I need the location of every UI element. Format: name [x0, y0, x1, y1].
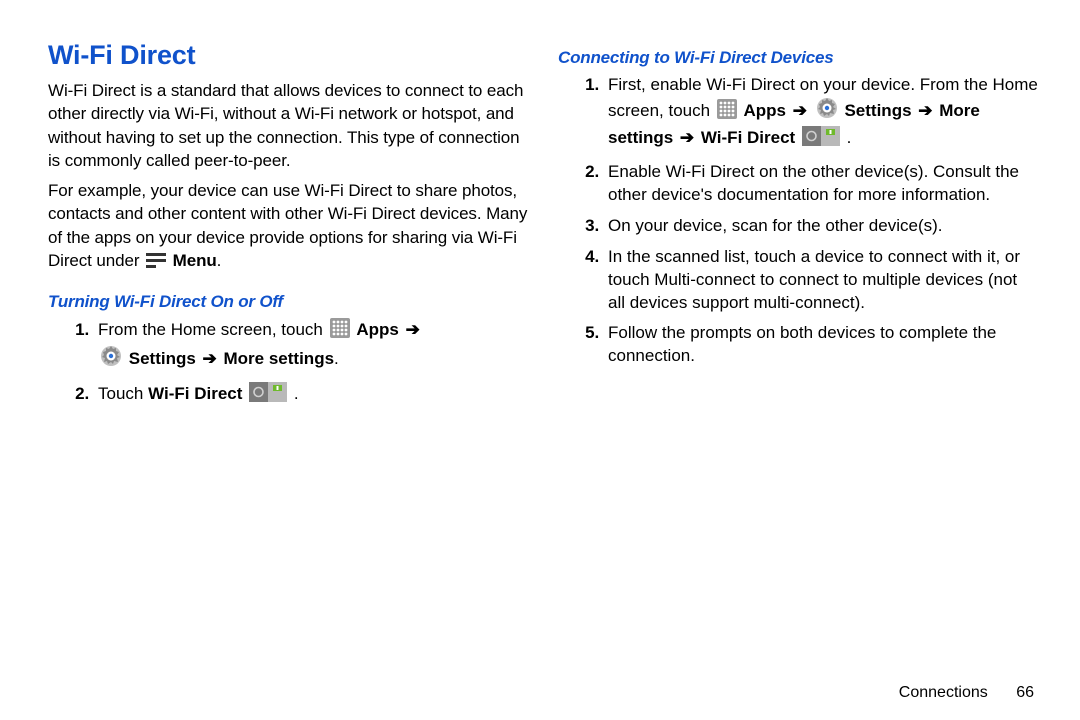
manual-page: Wi-Fi Direct Wi-Fi Direct is a standard …	[0, 0, 1080, 720]
arrow-icon: ➔	[406, 319, 420, 342]
turning-steps: From the Home screen, touch	[48, 318, 528, 409]
arrow-icon: ➔	[203, 348, 217, 371]
settings-icon	[100, 345, 122, 374]
subhead-connecting: Connecting to Wi-Fi Direct Devices	[558, 48, 1038, 68]
left-column: Wi-Fi Direct Wi-Fi Direct is a standard …	[48, 38, 528, 674]
intro-paragraph-1: Wi-Fi Direct is a standard that allows d…	[48, 79, 528, 173]
subhead-turning: Turning Wi-Fi Direct On or Off	[48, 292, 528, 312]
wifi-direct-label: Wi-Fi Direct	[148, 384, 242, 403]
step-b3: On your device, scan for the other devic…	[604, 215, 1038, 238]
step-b5: Follow the prompts on both devices to co…	[604, 322, 1038, 368]
settings-icon	[816, 97, 838, 126]
step-b4: In the scanned list, touch a device to c…	[604, 246, 1038, 315]
a1-text: From the Home screen, touch	[98, 320, 328, 339]
step-b1: First, enable Wi-Fi Direct on your devic…	[604, 74, 1038, 153]
apps-icon	[717, 99, 737, 126]
footer-section: Connections	[899, 684, 988, 701]
arrow-icon: ➔	[793, 100, 807, 123]
step-a2: Touch Wi-Fi Direct .	[94, 382, 528, 409]
arrow-icon: ➔	[680, 127, 694, 150]
menu-icon	[146, 252, 166, 275]
step-a1: From the Home screen, touch	[94, 318, 528, 374]
footer-page-number: 66	[1016, 684, 1034, 701]
settings-label: Settings	[844, 101, 911, 120]
apps-label: Apps	[744, 101, 787, 120]
apps-icon	[330, 318, 350, 345]
settings-label: Settings	[129, 349, 196, 368]
step-b2: Enable Wi-Fi Direct on the other device(…	[604, 161, 1038, 207]
wifi-direct-label: Wi-Fi Direct	[701, 128, 795, 147]
right-column: Connecting to Wi-Fi Direct Devices First…	[558, 38, 1038, 674]
connecting-steps: First, enable Wi-Fi Direct on your devic…	[558, 74, 1038, 368]
a2-text: Touch	[98, 384, 148, 403]
toggle-icon	[249, 382, 287, 409]
toggle-icon	[802, 126, 840, 153]
page-title: Wi-Fi Direct	[48, 40, 528, 71]
intro-paragraph-2: For example, your device can use Wi-Fi D…	[48, 179, 528, 276]
intro-2-text: For example, your device can use Wi-Fi D…	[48, 181, 527, 270]
arrow-icon: ➔	[918, 100, 932, 123]
apps-label: Apps	[356, 320, 399, 339]
page-footer: Connections 66	[48, 674, 1038, 702]
menu-label: Menu	[173, 251, 217, 270]
more-settings-label: More settings	[224, 349, 335, 368]
two-column-layout: Wi-Fi Direct Wi-Fi Direct is a standard …	[48, 38, 1038, 674]
